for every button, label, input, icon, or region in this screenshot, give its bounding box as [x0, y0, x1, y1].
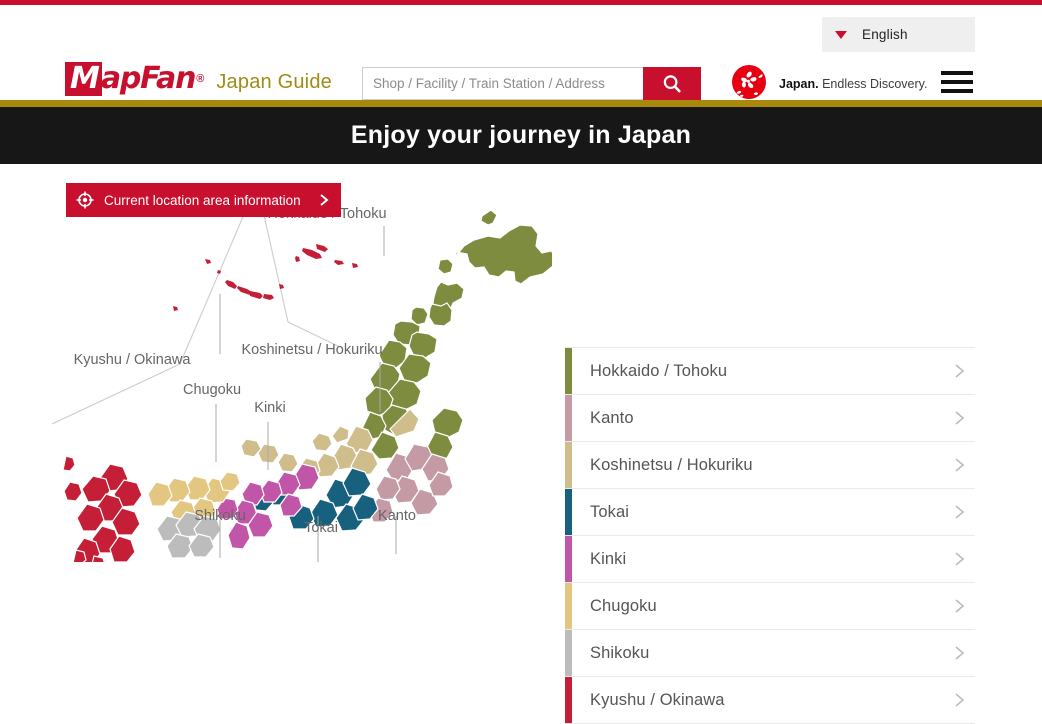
- hamburger-bar: [941, 71, 973, 75]
- region-label: Koshinetsu / Hokuriku: [590, 455, 753, 474]
- hero-banner: Enjoy your journey in Japan: [0, 107, 1042, 164]
- mapfan-logo-m: M: [65, 62, 102, 96]
- mapfan-logo-trademark: ®: [196, 73, 205, 85]
- chevron-right-icon: [954, 363, 965, 379]
- japan-region-map[interactable]: Hokkaido / Tohoku Koshinetsu / Hokuriku …: [52, 164, 552, 562]
- map-label-shikoku: Shikoku: [194, 508, 246, 524]
- region-color-bar: [565, 489, 572, 535]
- region-list-item[interactable]: Chugoku: [565, 583, 975, 630]
- gold-divider: [0, 100, 1042, 107]
- chevron-down-icon: [835, 30, 847, 39]
- map-region-kyushu[interactable]: [62, 455, 143, 562]
- region-color-bar: [565, 348, 572, 394]
- chevron-right-icon: [954, 692, 965, 708]
- region-label: Hokkaido / Tohoku: [590, 361, 728, 380]
- region-list-item[interactable]: Kinki: [565, 536, 975, 583]
- map-label-chugoku: Chugoku: [182, 382, 242, 398]
- region-list-item[interactable]: Koshinetsu / Hokuriku: [565, 442, 975, 489]
- region-list-item[interactable]: Kanto: [565, 395, 975, 442]
- region-list-item[interactable]: Tokai: [565, 489, 975, 536]
- partner-logo-rest: Endless Discovery.: [818, 77, 928, 91]
- region-label: Chugoku: [590, 596, 657, 615]
- map-region-okinawa[interactable]: [173, 244, 358, 311]
- map-label-tokai: Tokai: [304, 520, 338, 536]
- search-input[interactable]: [362, 67, 643, 100]
- current-location-label: Current location area information: [104, 192, 301, 208]
- region-color-bar: [565, 442, 572, 488]
- region-color-bar: [565, 630, 572, 676]
- partner-logo-text: Japan. Endless Discovery.: [779, 77, 927, 91]
- logo-subtitle: Japan Guide: [216, 71, 332, 93]
- hamburger-bar: [941, 89, 973, 93]
- region-color-bar: [565, 395, 572, 441]
- region-list-item[interactable]: Hokkaido / Tohoku: [565, 347, 975, 395]
- region-label: Kanto: [590, 408, 634, 427]
- partner-logo-bold: Japan.: [779, 77, 819, 91]
- map-label-kinki: Kinki: [254, 400, 286, 416]
- page-title: Enjoy your journey in Japan: [350, 121, 692, 149]
- region-label: Kinki: [590, 549, 627, 568]
- chevron-right-icon: [954, 457, 965, 473]
- map-label-kanto: Kanto: [378, 508, 416, 524]
- hamburger-bar: [941, 80, 973, 84]
- map-label-koshinetsu-hokuriku: Koshinetsu / Hokuriku: [241, 342, 383, 358]
- region-label: Tokai: [590, 502, 630, 521]
- crosshair-location-icon: [75, 190, 95, 210]
- map-label-kyushu-okinawa: Kyushu / Okinawa: [73, 352, 191, 368]
- chevron-right-icon: [954, 645, 965, 661]
- chevron-right-icon: [954, 551, 965, 567]
- hamburger-menu-icon[interactable]: [941, 71, 973, 94]
- mapfan-logo-mark: M apFan ®: [65, 61, 205, 96]
- region-list-item[interactable]: Kyushu / Okinawa: [565, 677, 975, 724]
- region-color-bar: [565, 583, 572, 629]
- main-content: Hokkaido / Tohoku Koshinetsu / Hokuriku …: [0, 164, 1042, 724]
- current-location-button[interactable]: Current location area information: [66, 183, 341, 217]
- chevron-right-icon: [319, 193, 329, 207]
- search-icon: [663, 74, 681, 92]
- language-label: English: [862, 27, 908, 42]
- region-color-bar: [565, 536, 572, 582]
- region-label: Kyushu / Okinawa: [590, 690, 725, 709]
- search-box: [362, 67, 701, 100]
- region-list: Hokkaido / Tohoku Kanto Koshinetsu / Hok…: [565, 347, 975, 724]
- chevron-right-icon: [954, 410, 965, 426]
- language-selector[interactable]: English: [822, 17, 975, 52]
- chevron-right-icon: [954, 504, 965, 520]
- chevron-right-icon: [954, 598, 965, 614]
- region-label: Shikoku: [590, 643, 650, 662]
- mapfan-logo-text: apFan: [100, 61, 197, 96]
- search-button[interactable]: [643, 67, 701, 100]
- region-color-bar: [565, 677, 572, 723]
- mapfan-logo[interactable]: M apFan ® Japan Guide: [65, 61, 332, 96]
- map-region-hokkaido-tohoku[interactable]: [359, 209, 552, 462]
- region-list-item[interactable]: Shikoku: [565, 630, 975, 677]
